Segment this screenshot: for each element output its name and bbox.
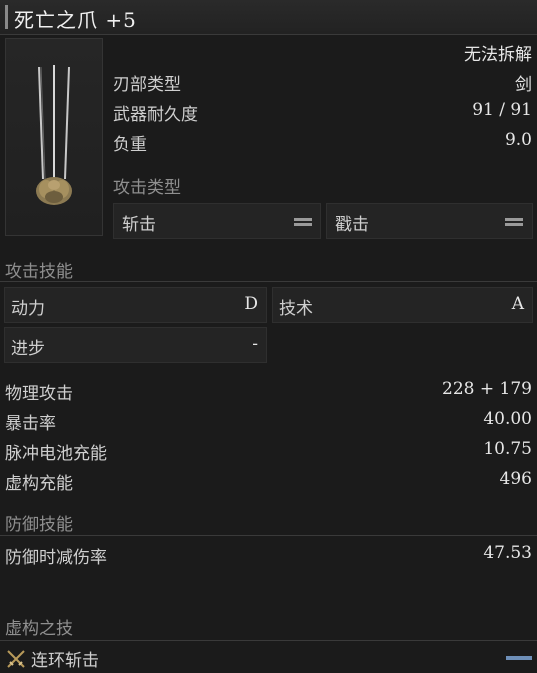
fable-charge-value: 496 (499, 469, 532, 489)
pulse-cell-value: 10.75 (483, 439, 532, 459)
skill-motivity: 动力 D (4, 287, 267, 323)
weight-value: 9.0 (504, 130, 532, 150)
equal-icon (294, 217, 312, 227)
motivity-label: 动力 (11, 299, 45, 319)
pulse-cell-label: 脉冲电池充能 (5, 444, 107, 464)
crit-value: 40.00 (483, 409, 532, 429)
technique-label: 技术 (279, 299, 313, 319)
divider (0, 281, 537, 282)
attack-type-slash-label: 斩击 (122, 215, 156, 235)
skill-technique: 技术 A (272, 287, 533, 323)
equal-icon (505, 217, 523, 227)
blade-type-value: 剑 (515, 75, 532, 95)
physical-attack-label: 物理攻击 (5, 384, 73, 404)
fable-charge-label: 虚构充能 (5, 474, 73, 494)
weight-label: 负重 (113, 135, 147, 155)
fable-skill-label[interactable]: 连环斩击 (31, 646, 99, 671)
attack-skills-heading: 攻击技能 (5, 262, 73, 282)
crossed-blades-icon (6, 649, 26, 669)
advance-label: 进步 (11, 339, 45, 359)
claw-weapon-icon (36, 65, 72, 205)
physical-attack-value: 228 + 179 (442, 379, 532, 399)
weapon-image (5, 38, 103, 236)
technique-grade: A (511, 294, 524, 314)
attack-type-slash: 斩击 (113, 203, 321, 239)
guard-value: 47.53 (483, 543, 532, 563)
guard-label: 防御时减伤率 (5, 548, 107, 568)
fable-arts-heading: 虚构之技 (5, 619, 73, 639)
weapon-title: 死亡之爪 +5 (14, 8, 137, 32)
dismantle-status: 无法拆解 (464, 45, 532, 65)
attack-type-thrust-label: 戳击 (335, 215, 369, 235)
divider (0, 640, 537, 641)
skill-advance: 进步 - (4, 327, 267, 363)
durability-label: 武器耐久度 (113, 105, 198, 125)
defense-heading: 防御技能 (5, 515, 73, 535)
crit-label: 暴击率 (5, 414, 56, 434)
durability-value: 91 / 91 (472, 100, 532, 120)
advance-grade: - (252, 334, 258, 354)
attack-type-heading: 攻击类型 (113, 178, 181, 198)
title-accent (5, 5, 8, 29)
attack-type-thrust: 戳击 (326, 203, 533, 239)
fable-skill-gauge (506, 656, 532, 660)
divider (0, 535, 537, 536)
blade-type-label: 刃部类型 (113, 75, 181, 95)
motivity-grade: D (244, 294, 258, 314)
